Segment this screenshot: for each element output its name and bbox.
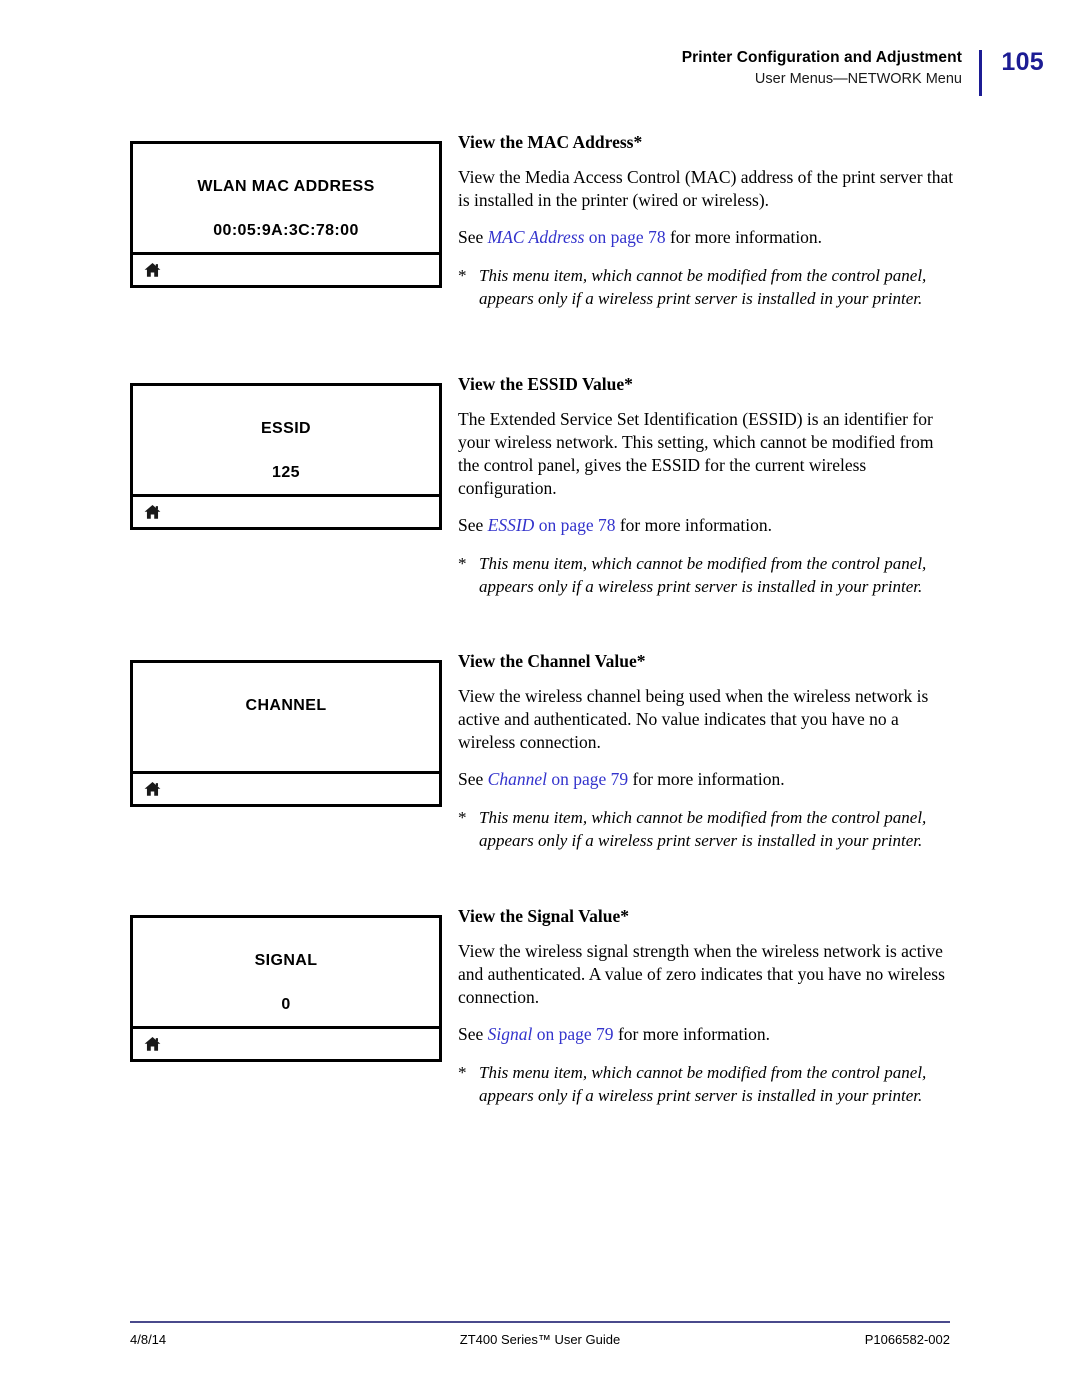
xref-link-page[interactable]: on page 79 <box>547 769 628 789</box>
lcd-frame: ESSID 125 <box>130 383 442 530</box>
section-channel: CHANNEL View the Channel Value* View the… <box>0 651 1080 906</box>
section-footnote: * This menu item, which cannot be modifie… <box>458 553 958 598</box>
lcd-frame: WLAN MAC ADDRESS 00:05:9A:3C:78:00 <box>130 141 442 288</box>
lcd-panel-essid: ESSID 125 <box>130 383 442 530</box>
section-body: View the Media Access Control (MAC) addr… <box>458 167 954 211</box>
text-column: View the MAC Address* View the Media Acc… <box>458 132 958 310</box>
xref-link-page[interactable]: on page 78 <box>534 515 616 535</box>
cross-reference: See ESSID on page 78 for more informatio… <box>458 514 958 537</box>
lcd-panel-wlan-mac-address: WLAN MAC ADDRESS 00:05:9A:3C:78:00 <box>130 141 442 288</box>
header-divider <box>979 50 982 96</box>
lcd-title: ESSID <box>260 420 311 437</box>
lcd-display-area: SIGNAL 0 <box>133 918 439 1026</box>
footnote-star: * <box>458 266 467 286</box>
lcd-status-bar <box>133 771 439 804</box>
xref-suffix: for more information. <box>615 515 772 536</box>
cross-reference: See Signal on page 79 for more informati… <box>458 1023 958 1046</box>
xref-prefix: See <box>458 1024 488 1045</box>
section-body: View the wireless signal strength when t… <box>458 941 945 1008</box>
footnote-text: This menu item, which cannot be modified… <box>479 266 927 308</box>
footer-row: 4/8/14 ZT400 Series™ User Guide P1066582… <box>130 1332 950 1350</box>
lcd-status-bar <box>133 252 439 285</box>
xref-prefix: See <box>458 769 488 790</box>
page-subtitle: User Menus—NETWORK Menu <box>754 71 962 88</box>
xref-suffix: for more information. <box>628 769 785 790</box>
lcd-title: SIGNAL <box>254 952 318 969</box>
lcd-display-area: ESSID 125 <box>133 386 439 494</box>
footnote-text: This menu item, which cannot be modified… <box>479 554 927 596</box>
footnote-star: * <box>458 1063 467 1083</box>
page-header: Printer Configuration and Adjustment Use… <box>0 48 1080 108</box>
section-footnote: * This menu item, which cannot be modifie… <box>458 1062 958 1107</box>
lcd-status-bar <box>133 494 439 527</box>
lcd-panel-signal: SIGNAL 0 <box>130 915 442 1062</box>
xref-suffix: for more information. <box>665 227 823 248</box>
lcd-title: WLAN MAC ADDRESS <box>197 178 375 195</box>
section-heading: View the Signal Value* <box>458 906 629 926</box>
page-title: Printer Configuration and Adjustment <box>681 49 962 66</box>
footer-divider <box>130 1321 950 1323</box>
section-essid: ESSID 125 View the ESSID Value* The Exte… <box>0 374 1080 651</box>
footnote-text: This menu item, which cannot be modified… <box>479 1063 927 1105</box>
lcd-status-bar <box>133 1026 439 1059</box>
home-icon[interactable] <box>143 780 162 798</box>
xref-prefix: See <box>458 515 488 536</box>
lcd-frame: CHANNEL <box>130 660 442 807</box>
xref-prefix: See <box>458 227 488 248</box>
cross-reference: See MAC Address on page 78 for more info… <box>458 226 958 249</box>
xref-suffix: for more information. <box>613 1024 771 1045</box>
lcd-panel-channel: CHANNEL <box>130 660 442 807</box>
section-heading: View the ESSID Value* <box>458 374 633 394</box>
lcd-frame: SIGNAL 0 <box>130 915 442 1062</box>
lcd-value: 125 <box>272 464 300 481</box>
page-footer: 4/8/14 ZT400 Series™ User Guide P1066582… <box>130 1321 950 1350</box>
lcd-title: CHANNEL <box>245 697 327 714</box>
text-column: View the ESSID Value* The Extended Servi… <box>458 374 958 598</box>
text-column: View the Channel Value* View the wireles… <box>458 651 958 852</box>
page-number: 105 <box>1001 48 1044 76</box>
section-body: View the wireless channel being used whe… <box>458 686 929 753</box>
xref-link-title[interactable]: ESSID <box>488 515 535 535</box>
section-heading: View the Channel Value* <box>458 651 646 671</box>
header-text-block: Printer Configuration and Adjustment Use… <box>682 48 962 89</box>
lcd-value: 0 <box>281 996 291 1013</box>
xref-link-page[interactable]: on page 78 <box>584 227 666 247</box>
footer-part-number: P1066582-002 <box>864 1332 950 1347</box>
text-column: View the Signal Value* View the wireless… <box>458 906 958 1107</box>
lcd-display-area: CHANNEL <box>133 663 439 771</box>
home-icon[interactable] <box>143 503 162 521</box>
footnote-text: This menu item, which cannot be modified… <box>479 808 927 850</box>
section-mac-address: WLAN MAC ADDRESS 00:05:9A:3C:78:00 View … <box>0 132 1080 374</box>
xref-link-page[interactable]: on page 79 <box>532 1024 614 1044</box>
section-footnote: * This menu item, which cannot be modifie… <box>458 265 958 310</box>
section-footnote: * This menu item, which cannot be modifie… <box>458 807 958 852</box>
xref-link-title[interactable]: MAC Address <box>488 227 585 247</box>
section-body: The Extended Service Set Identification … <box>458 409 934 499</box>
section-heading: View the MAC Address* <box>458 132 643 152</box>
footnote-star: * <box>458 554 467 574</box>
xref-link-title[interactable]: Channel <box>488 769 547 789</box>
lcd-display-area: WLAN MAC ADDRESS 00:05:9A:3C:78:00 <box>133 144 439 252</box>
footer-doc-title: ZT400 Series™ User Guide <box>459 1332 621 1347</box>
home-icon[interactable] <box>143 261 162 279</box>
lcd-value: 00:05:9A:3C:78:00 <box>213 222 359 239</box>
cross-reference: See Channel on page 79 for more informat… <box>458 768 958 791</box>
footnote-star: * <box>458 808 467 828</box>
content-area: WLAN MAC ADDRESS 00:05:9A:3C:78:00 View … <box>0 132 1080 1161</box>
home-icon[interactable] <box>143 1035 162 1053</box>
xref-link-title[interactable]: Signal <box>488 1024 533 1044</box>
section-signal: SIGNAL 0 View the Signal Value* View the… <box>0 906 1080 1161</box>
